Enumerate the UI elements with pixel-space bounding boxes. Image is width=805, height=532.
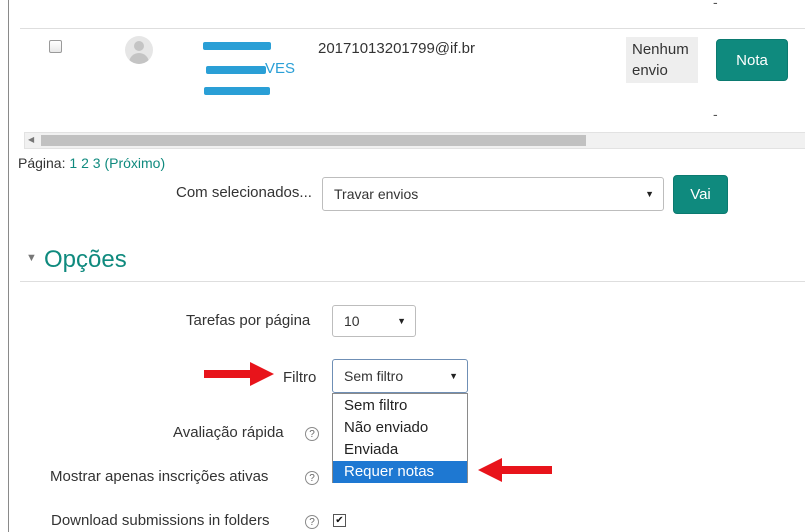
bottom-dash: - — [713, 106, 718, 122]
avatar — [125, 36, 153, 64]
status-line-1: Nenhum — [632, 41, 689, 58]
bulk-action-value: Travar envios — [334, 186, 419, 202]
pagination: Página: 1 2 3 (Próximo) — [18, 155, 165, 171]
collapse-triangle-icon[interactable]: ▼ — [26, 252, 37, 264]
bulk-go-button[interactable]: Vai — [673, 175, 728, 214]
student-name-redacted-2 — [206, 66, 266, 74]
help-icon[interactable]: ? — [305, 515, 319, 529]
status-line-2: envio — [632, 62, 668, 79]
filter-option-enviada[interactable]: Enviada — [333, 439, 467, 461]
active-only-label: Mostrar apenas inscrições ativas — [50, 468, 269, 485]
scrollbar-thumb[interactable] — [41, 135, 586, 146]
per-page-select[interactable]: 10 ▼ — [332, 305, 416, 337]
row-top-divider — [20, 28, 805, 29]
horizontal-scrollbar[interactable]: ◀ — [24, 132, 805, 149]
page-link-3[interactable]: 3 — [93, 155, 101, 171]
bulk-action-label: Com selecionados... — [176, 184, 312, 201]
filter-label: Filtro — [283, 369, 317, 386]
per-page-value: 10 — [344, 313, 360, 329]
student-name-redacted[interactable] — [203, 42, 273, 50]
window-left-border — [8, 0, 9, 532]
red-arrow-left-icon — [478, 458, 552, 482]
filter-option-nao-enviado[interactable]: Não enviado — [333, 417, 467, 439]
bulk-action-select[interactable]: Travar envios ▼ — [322, 177, 664, 211]
status-cell: Nenhum envio — [626, 37, 698, 83]
help-icon[interactable]: ? — [305, 427, 319, 441]
student-name-fragment[interactable]: VES — [265, 60, 295, 77]
options-heading[interactable]: Opções — [44, 246, 127, 274]
next-page-link[interactable]: (Próximo) — [104, 155, 165, 171]
page-link-1[interactable]: 1 — [69, 155, 77, 171]
top-dash: - — [713, 0, 718, 10]
download-folders-checkbox[interactable]: ✔ — [333, 514, 346, 527]
chevron-down-icon: ▼ — [449, 371, 458, 381]
pagination-label: Página: — [18, 155, 66, 171]
student-name-redacted-3 — [204, 87, 270, 95]
help-icon[interactable]: ? — [305, 471, 319, 485]
red-arrow-right-icon — [204, 362, 274, 386]
page-link-2[interactable]: 2 — [81, 155, 89, 171]
filter-dropdown-list[interactable]: Sem filtro Não enviado Enviada Requer no… — [332, 393, 468, 483]
per-page-label: Tarefas por página — [186, 312, 311, 329]
student-email: 20171013201799@if.br — [318, 40, 476, 57]
chevron-down-icon: ▼ — [397, 316, 406, 326]
scroll-left-arrow-icon[interactable]: ◀ — [28, 135, 34, 144]
chevron-down-icon: ▼ — [645, 189, 654, 199]
row-select-checkbox[interactable] — [49, 40, 62, 53]
quick-grading-label: Avaliação rápida — [173, 424, 284, 441]
grade-button[interactable]: Nota — [716, 39, 788, 81]
download-folders-label: Download submissions in folders — [51, 512, 270, 529]
options-divider — [20, 281, 805, 282]
filter-option-sem-filtro[interactable]: Sem filtro — [333, 395, 467, 417]
filter-option-requer-notas[interactable]: Requer notas — [333, 461, 467, 483]
filter-select[interactable]: Sem filtro ▼ — [332, 359, 468, 393]
filter-value: Sem filtro — [344, 368, 404, 384]
